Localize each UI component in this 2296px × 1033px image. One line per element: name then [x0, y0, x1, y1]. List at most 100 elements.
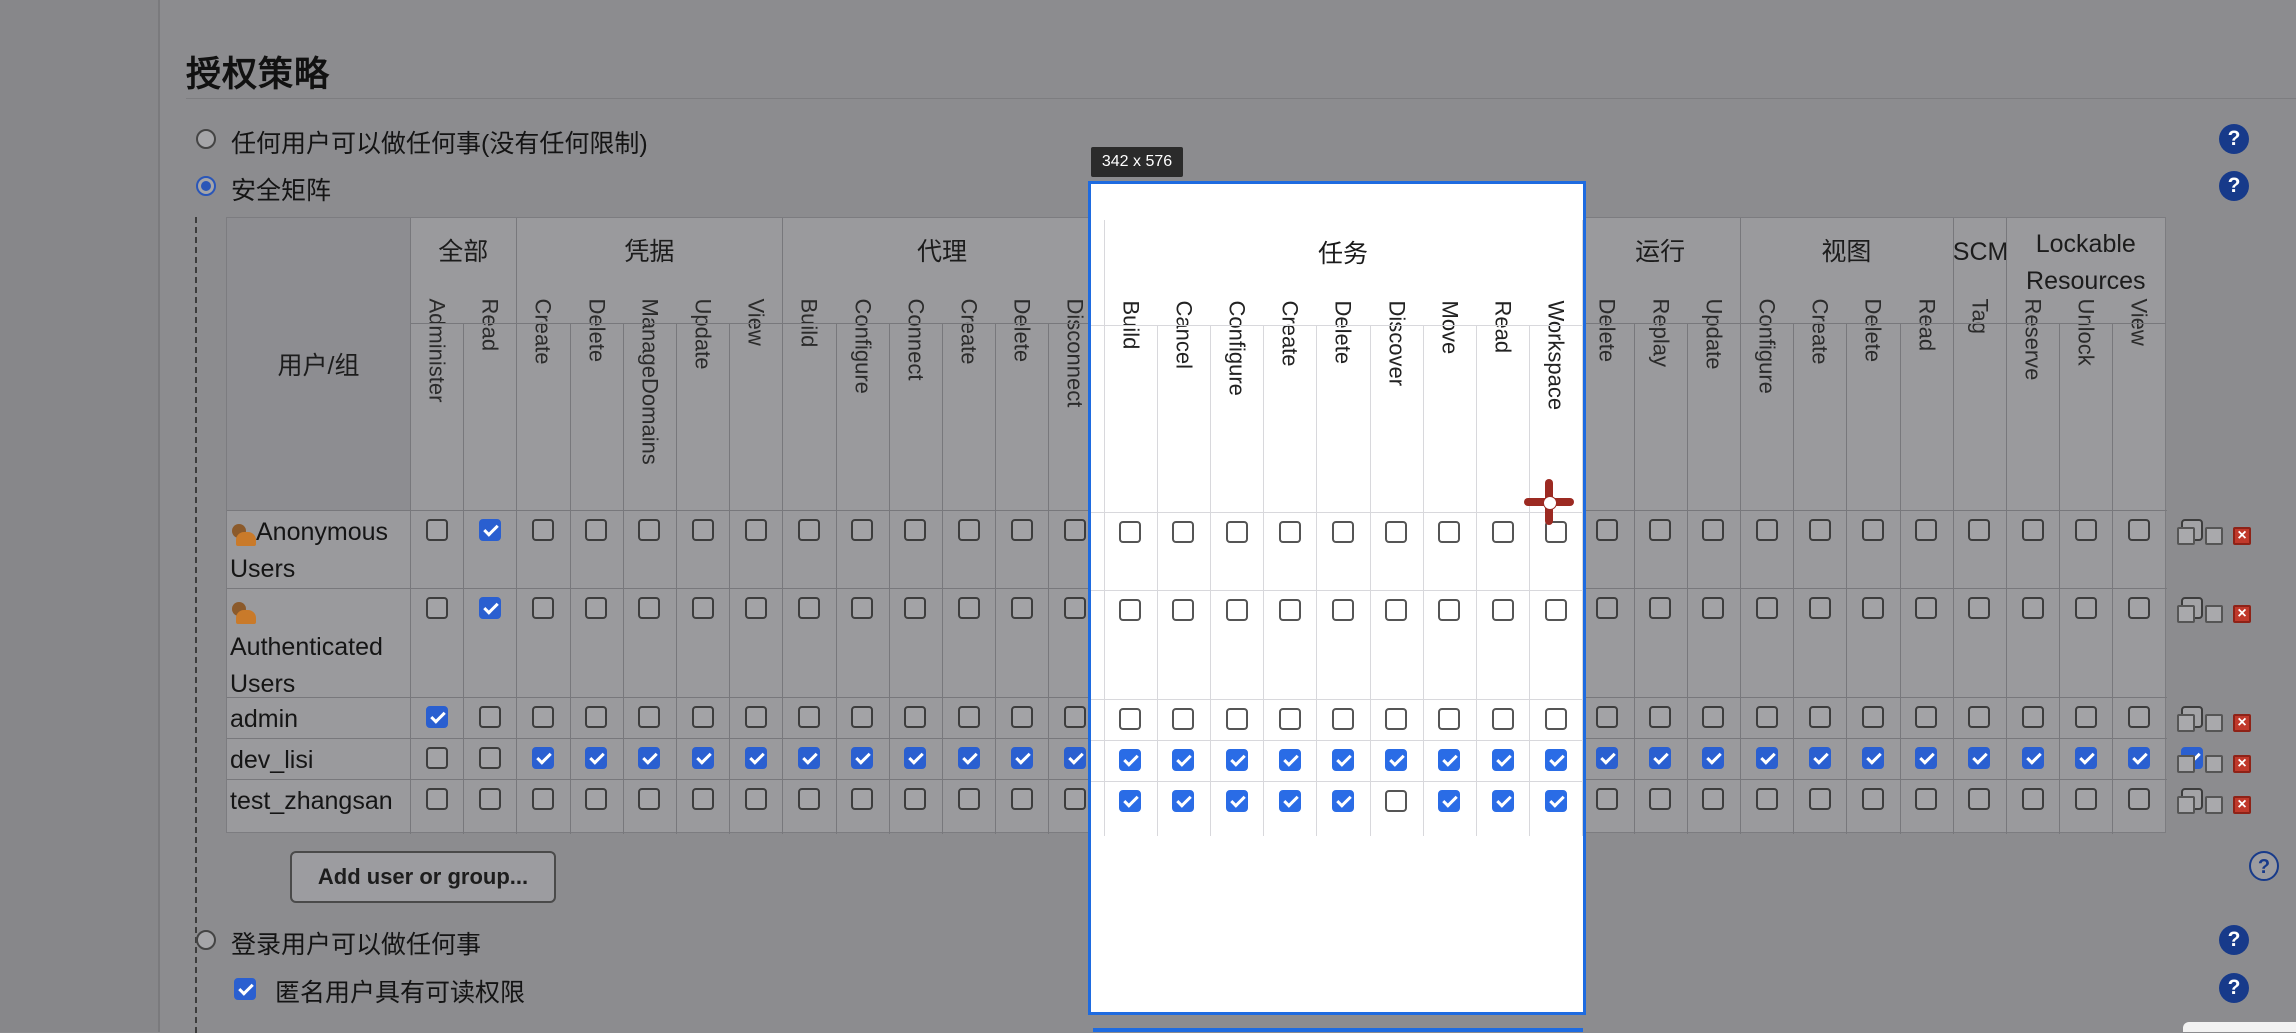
permission-checkbox[interactable] [798, 519, 820, 541]
help-icon[interactable]: ? [2249, 851, 2279, 881]
permission-checkbox[interactable] [1438, 521, 1461, 543]
permission-checkbox[interactable] [1968, 519, 1991, 541]
permission-checkbox[interactable] [585, 597, 608, 619]
permission-checkbox[interactable] [1225, 708, 1248, 730]
permission-checkbox[interactable] [851, 788, 874, 810]
permission-checkbox[interactable] [1385, 790, 1408, 812]
permission-checkbox[interactable] [691, 706, 714, 728]
permission-checkbox[interactable] [904, 706, 927, 728]
copy-icon[interactable] [2177, 605, 2195, 623]
permission-checkbox[interactable] [585, 519, 608, 541]
permission-checkbox[interactable] [478, 519, 501, 541]
permission-checkbox[interactable] [691, 519, 714, 541]
duplicate-icon[interactable] [2205, 755, 2223, 773]
permission-checkbox[interactable] [1491, 790, 1514, 812]
permission-checkbox[interactable] [1755, 519, 1778, 541]
permission-checkbox[interactable] [1278, 790, 1301, 812]
permission-checkbox[interactable] [1649, 597, 1672, 619]
permission-checkbox[interactable] [2074, 597, 2097, 619]
permission-checkbox[interactable] [957, 747, 980, 769]
copy-icon[interactable] [2177, 714, 2195, 732]
permission-checkbox[interactable] [1064, 747, 1086, 769]
permission-checkbox[interactable] [478, 706, 501, 728]
permission-checkbox[interactable] [1010, 747, 1033, 769]
permission-checkbox[interactable] [1968, 747, 1991, 769]
permission-checkbox[interactable] [957, 519, 980, 541]
permission-checkbox[interactable] [532, 747, 554, 769]
permission-checkbox[interactable] [532, 597, 554, 619]
permission-checkbox[interactable] [691, 788, 714, 810]
permission-checkbox[interactable] [851, 706, 874, 728]
permission-checkbox[interactable] [1649, 519, 1672, 541]
permission-checkbox[interactable] [532, 519, 554, 541]
permission-checkbox[interactable] [425, 747, 448, 769]
permission-checkbox[interactable] [744, 706, 767, 728]
permission-checkbox[interactable] [425, 597, 448, 619]
permission-checkbox[interactable] [1702, 747, 1725, 769]
permission-checkbox[interactable] [1172, 790, 1195, 812]
permission-checkbox[interactable] [1332, 790, 1354, 812]
permission-checkbox[interactable] [1808, 519, 1831, 541]
permission-checkbox[interactable] [1649, 788, 1672, 810]
anon-read-checkbox[interactable] [234, 978, 256, 1000]
permission-checkbox[interactable] [1702, 597, 1725, 619]
permission-checkbox[interactable] [2021, 706, 2044, 728]
permission-checkbox[interactable] [1544, 708, 1567, 730]
permission-checkbox[interactable] [1119, 599, 1142, 621]
delete-icon[interactable]: × [2233, 527, 2251, 545]
permission-checkbox[interactable] [744, 519, 767, 541]
permission-checkbox[interactable] [1385, 599, 1408, 621]
permission-checkbox[interactable] [2128, 788, 2150, 810]
radio-matrix[interactable] [196, 176, 216, 196]
permission-checkbox[interactable] [904, 597, 927, 619]
permission-checkbox[interactable] [1332, 599, 1354, 621]
permission-checkbox[interactable] [2128, 706, 2150, 728]
permission-checkbox[interactable] [798, 788, 820, 810]
permission-checkbox[interactable] [1010, 597, 1033, 619]
copy-icon[interactable] [2177, 796, 2195, 814]
permission-checkbox[interactable] [1915, 519, 1938, 541]
help-icon[interactable]: ? [2219, 973, 2249, 1003]
permission-checkbox[interactable] [798, 597, 820, 619]
permission-checkbox[interactable] [478, 597, 501, 619]
permission-checkbox[interactable] [1862, 747, 1884, 769]
permission-checkbox[interactable] [1915, 747, 1938, 769]
permission-checkbox[interactable] [2074, 788, 2097, 810]
permission-checkbox[interactable] [1491, 708, 1514, 730]
permission-checkbox[interactable] [1968, 706, 1991, 728]
copy-icon[interactable] [2177, 527, 2195, 545]
permission-checkbox[interactable] [1119, 708, 1142, 730]
permission-checkbox[interactable] [1491, 521, 1514, 543]
permission-checkbox[interactable] [638, 747, 661, 769]
radio-anyone[interactable] [196, 129, 216, 149]
permission-checkbox[interactable] [1755, 706, 1778, 728]
permission-checkbox[interactable] [638, 706, 661, 728]
permission-checkbox[interactable] [1968, 597, 1991, 619]
duplicate-icon[interactable] [2205, 605, 2223, 623]
help-icon[interactable]: ? [2219, 124, 2249, 154]
permission-checkbox[interactable] [1010, 706, 1033, 728]
permission-checkbox[interactable] [478, 788, 501, 810]
permission-checkbox[interactable] [904, 788, 927, 810]
permission-checkbox[interactable] [1278, 708, 1301, 730]
permission-checkbox[interactable] [585, 747, 608, 769]
permission-checkbox[interactable] [1702, 788, 1725, 810]
permission-checkbox[interactable] [744, 597, 767, 619]
permission-checkbox[interactable] [1755, 747, 1778, 769]
permission-checkbox[interactable] [2074, 747, 2097, 769]
permission-checkbox[interactable] [1862, 706, 1884, 728]
permission-checkbox[interactable] [957, 706, 980, 728]
duplicate-icon[interactable] [2205, 796, 2223, 814]
permission-checkbox[interactable] [1596, 747, 1618, 769]
permission-checkbox[interactable] [851, 597, 874, 619]
permission-checkbox[interactable] [1596, 788, 1618, 810]
permission-checkbox[interactable] [1915, 788, 1938, 810]
permission-checkbox[interactable] [957, 788, 980, 810]
permission-checkbox[interactable] [2021, 788, 2044, 810]
permission-checkbox[interactable] [2128, 519, 2150, 541]
permission-checkbox[interactable] [585, 788, 608, 810]
add-user-button[interactable]: Add user or group... [290, 851, 556, 903]
permission-checkbox[interactable] [1225, 599, 1248, 621]
permission-checkbox[interactable] [1010, 788, 1033, 810]
permission-checkbox[interactable] [1278, 521, 1301, 543]
